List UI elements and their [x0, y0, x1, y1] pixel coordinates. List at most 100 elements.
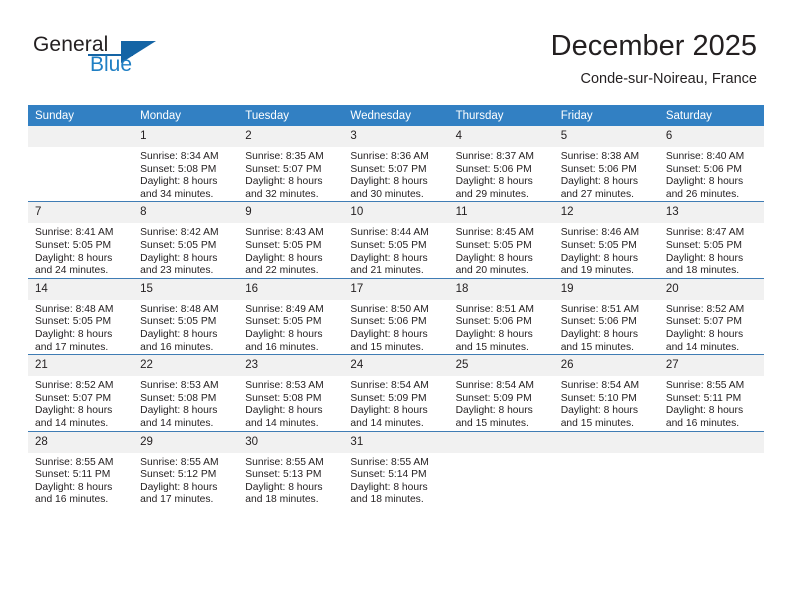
day-detail-daylight-line2: and 30 minutes.	[350, 188, 424, 200]
day-detail-sunrise: Sunrise: 8:41 AM	[35, 227, 114, 239]
calendar-day-cell[interactable]: 2 Sunrise: 8:35 AM Sunset: 5:07 PM Daylight…	[238, 126, 344, 202]
day-detail-daylight-line1: Daylight: 8 hours	[140, 481, 218, 493]
calendar-day-cell[interactable]: 22 Sunrise: 8:53 AM Sunset: 5:08 PM Dayligh…	[133, 354, 239, 431]
day-detail-daylight-line1: Daylight: 8 hours	[140, 405, 218, 417]
calendar-day-cell[interactable]: 3 Sunrise: 8:36 AM Sunset: 5:07 PM Daylight…	[343, 126, 449, 202]
calendar-week-row: 1 Sunrise: 8:34 AM Sunset: 5:08 PM Daylight…	[28, 126, 764, 202]
calendar-day-cell[interactable]: 20 Sunrise: 8:52 AM Sunset: 5:07 PM Dayligh…	[658, 277, 764, 355]
day-detail-daylight-line2: and 14 minutes.	[350, 417, 424, 429]
calendar-day-cell[interactable]: 4 Sunrise: 8:37 AM Sunset: 5:06 PM Daylight…	[448, 126, 554, 202]
calendar-day-cell[interactable]: 21 Sunrise: 8:52 AM Sunset: 5:07 PM Dayligh…	[28, 354, 134, 431]
brand-logo[interactable]: General Blue	[33, 34, 213, 86]
day-detail-daylight-line2: and 26 minutes.	[665, 188, 740, 200]
day-detail-sunrise: Sunrise: 8:54 AM	[350, 380, 429, 392]
day-detail-daylight-line1: Daylight: 8 hours	[560, 252, 638, 264]
day-detail-sunset: Sunset: 5:05 PM	[140, 316, 217, 328]
calendar-day-cell[interactable]: 23 Sunrise: 8:53 AM Sunset: 5:08 PM Dayligh…	[238, 354, 344, 431]
day-detail-daylight-line1: Daylight: 8 hours	[35, 252, 113, 264]
day-details: Sunrise: 8:52 AM Sunset: 5:07 PM Daylight:…	[28, 376, 133, 430]
calendar-day-cell[interactable]: 7 Sunrise: 8:41 AM Sunset: 5:05 PM Daylight…	[28, 201, 134, 279]
calendar-week-row: 28 Sunrise: 8:55 AM Sunset: 5:11 PM Dayligh…	[28, 430, 764, 507]
day-detail-daylight-line2: and 15 minutes.	[455, 341, 529, 353]
calendar-day-cell[interactable]: 19 Sunrise: 8:51 AM Sunset: 5:06 PM Dayligh…	[553, 277, 659, 355]
page-title: December 2025	[550, 30, 757, 62]
calendar-day-cell[interactable]: 30 Sunrise: 8:55 AM Sunset: 5:13 PM Dayligh…	[238, 430, 344, 507]
page-header: General Blue December 2025 Conde-sur-Noi…	[0, 0, 792, 103]
weekday-header-thursday: Thursday	[448, 105, 554, 126]
calendar-day-cell[interactable]: 8 Sunrise: 8:42 AM Sunset: 5:05 PM Daylight…	[133, 201, 239, 279]
calendar-day-cell[interactable]: 10 Sunrise: 8:44 AM Sunset: 5:05 PM Dayligh…	[343, 201, 449, 279]
day-details: Sunrise: 8:43 AM Sunset: 5:05 PM Daylight:…	[238, 223, 343, 277]
weekday-header-tuesday: Tuesday	[238, 105, 344, 126]
calendar-day-cell[interactable]: 6 Sunrise: 8:40 AM Sunset: 5:06 PM Daylight…	[658, 126, 764, 202]
day-detail-sunset: Sunset: 5:07 PM	[665, 316, 742, 328]
day-detail-sunrise: Sunrise: 8:43 AM	[245, 227, 324, 239]
calendar-day-cell[interactable]: 16 Sunrise: 8:49 AM Sunset: 5:05 PM Dayligh…	[238, 277, 344, 355]
day-detail-sunrise: Sunrise: 8:34 AM	[140, 151, 219, 162]
calendar-day-cell[interactable]: 17 Sunrise: 8:50 AM Sunset: 5:06 PM Dayligh…	[343, 277, 449, 355]
day-number: 17	[343, 278, 449, 300]
calendar-page: General Blue December 2025 Conde-sur-Noi…	[0, 0, 792, 612]
day-number: 9	[238, 202, 344, 224]
day-details: Sunrise: 8:38 AM Sunset: 5:06 PM Daylight:…	[554, 147, 659, 201]
day-detail-sunset: Sunset: 5:07 PM	[35, 392, 112, 404]
day-number: 15	[133, 278, 239, 300]
calendar-day-cell[interactable]: 25 Sunrise: 8:54 AM Sunset: 5:09 PM Dayligh…	[448, 354, 554, 431]
day-details: Sunrise: 8:44 AM Sunset: 5:05 PM Daylight:…	[343, 223, 448, 277]
day-detail-daylight-line1: Daylight: 8 hours	[560, 328, 638, 340]
day-detail-daylight-line2: and 22 minutes.	[245, 265, 319, 277]
day-detail-daylight-line1: Daylight: 8 hours	[455, 252, 533, 264]
day-detail-daylight-line2: and 14 minutes.	[245, 417, 319, 429]
day-number: 11	[448, 202, 554, 224]
day-number: 2	[238, 126, 344, 147]
calendar-day-cell[interactable]: 31 Sunrise: 8:55 AM Sunset: 5:14 PM Dayligh…	[343, 430, 449, 507]
calendar-day-cell[interactable]: 11 Sunrise: 8:45 AM Sunset: 5:05 PM Dayligh…	[448, 201, 554, 279]
weekday-header-monday: Monday	[133, 105, 239, 126]
calendar-day-cell[interactable]: 14 Sunrise: 8:48 AM Sunset: 5:05 PM Dayligh…	[28, 277, 134, 355]
day-details: Sunrise: 8:50 AM Sunset: 5:06 PM Daylight:…	[343, 300, 448, 354]
calendar-day-cell[interactable]: 29 Sunrise: 8:55 AM Sunset: 5:12 PM Dayligh…	[133, 430, 239, 507]
day-detail-sunset: Sunset: 5:05 PM	[35, 316, 112, 328]
day-details: Sunrise: 8:47 AM Sunset: 5:05 PM Daylight:…	[659, 223, 764, 277]
day-detail-daylight-line1: Daylight: 8 hours	[245, 481, 323, 493]
day-detail-daylight-line2: and 18 minutes.	[245, 494, 319, 506]
day-detail-daylight-line2: and 23 minutes.	[140, 265, 214, 277]
day-detail-daylight-line1: Daylight: 8 hours	[140, 176, 218, 188]
calendar-day-cell[interactable]: 24 Sunrise: 8:54 AM Sunset: 5:09 PM Dayligh…	[343, 354, 449, 431]
day-details: Sunrise: 8:55 AM Sunset: 5:12 PM Daylight:…	[133, 453, 238, 507]
day-detail-daylight-line1: Daylight: 8 hours	[455, 405, 533, 417]
day-detail-sunset: Sunset: 5:10 PM	[560, 392, 637, 404]
calendar-day-cell[interactable]: 28 Sunrise: 8:55 AM Sunset: 5:11 PM Dayligh…	[28, 430, 134, 507]
calendar-day-cell[interactable]: 15 Sunrise: 8:48 AM Sunset: 5:05 PM Dayligh…	[133, 277, 239, 355]
brand-name-blue: Blue	[90, 53, 133, 76]
day-detail-sunset: Sunset: 5:06 PM	[560, 163, 637, 175]
calendar-day-cell[interactable]: 9 Sunrise: 8:43 AM Sunset: 5:05 PM Daylight…	[238, 201, 344, 279]
day-detail-sunset: Sunset: 5:09 PM	[350, 392, 427, 404]
day-detail-sunrise: Sunrise: 8:45 AM	[455, 227, 534, 239]
day-number: 12	[553, 202, 659, 224]
day-detail-sunset: Sunset: 5:05 PM	[245, 316, 322, 328]
calendar-day-cell[interactable]: 18 Sunrise: 8:51 AM Sunset: 5:06 PM Dayligh…	[448, 277, 554, 355]
day-detail-daylight-line1: Daylight: 8 hours	[245, 252, 323, 264]
calendar-day-cell[interactable]: 5 Sunrise: 8:38 AM Sunset: 5:06 PM Daylight…	[553, 126, 659, 202]
calendar-day-cell[interactable]: 13 Sunrise: 8:47 AM Sunset: 5:05 PM Dayligh…	[658, 201, 764, 279]
day-number: 27	[658, 355, 764, 377]
day-detail-sunrise: Sunrise: 8:51 AM	[455, 303, 534, 315]
calendar-day-cell[interactable]: 26 Sunrise: 8:54 AM Sunset: 5:10 PM Dayligh…	[553, 354, 659, 431]
day-detail-sunset: Sunset: 5:06 PM	[665, 163, 742, 175]
day-details: Sunrise: 8:55 AM Sunset: 5:13 PM Daylight:…	[238, 453, 343, 507]
calendar-day-cell[interactable]: 27 Sunrise: 8:55 AM Sunset: 5:11 PM Dayligh…	[658, 354, 764, 431]
day-detail-sunset: Sunset: 5:05 PM	[665, 239, 742, 251]
day-detail-sunrise: Sunrise: 8:54 AM	[560, 380, 640, 392]
day-number: 31	[343, 431, 449, 453]
day-detail-daylight-line2: and 32 minutes.	[245, 188, 319, 200]
day-details: Sunrise: 8:51 AM Sunset: 5:06 PM Daylight:…	[554, 300, 659, 354]
day-detail-sunrise: Sunrise: 8:36 AM	[350, 151, 429, 162]
day-detail-sunrise: Sunrise: 8:46 AM	[560, 227, 640, 239]
calendar-day-cell[interactable]: 1 Sunrise: 8:34 AM Sunset: 5:08 PM Daylight…	[133, 126, 239, 202]
calendar-day-cell[interactable]: 12 Sunrise: 8:46 AM Sunset: 5:05 PM Dayligh…	[553, 201, 659, 279]
day-detail-sunrise: Sunrise: 8:37 AM	[455, 151, 534, 162]
day-number: 18	[448, 278, 554, 300]
day-detail-daylight-line1: Daylight: 8 hours	[35, 481, 113, 493]
day-detail-daylight-line1: Daylight: 8 hours	[560, 405, 638, 417]
